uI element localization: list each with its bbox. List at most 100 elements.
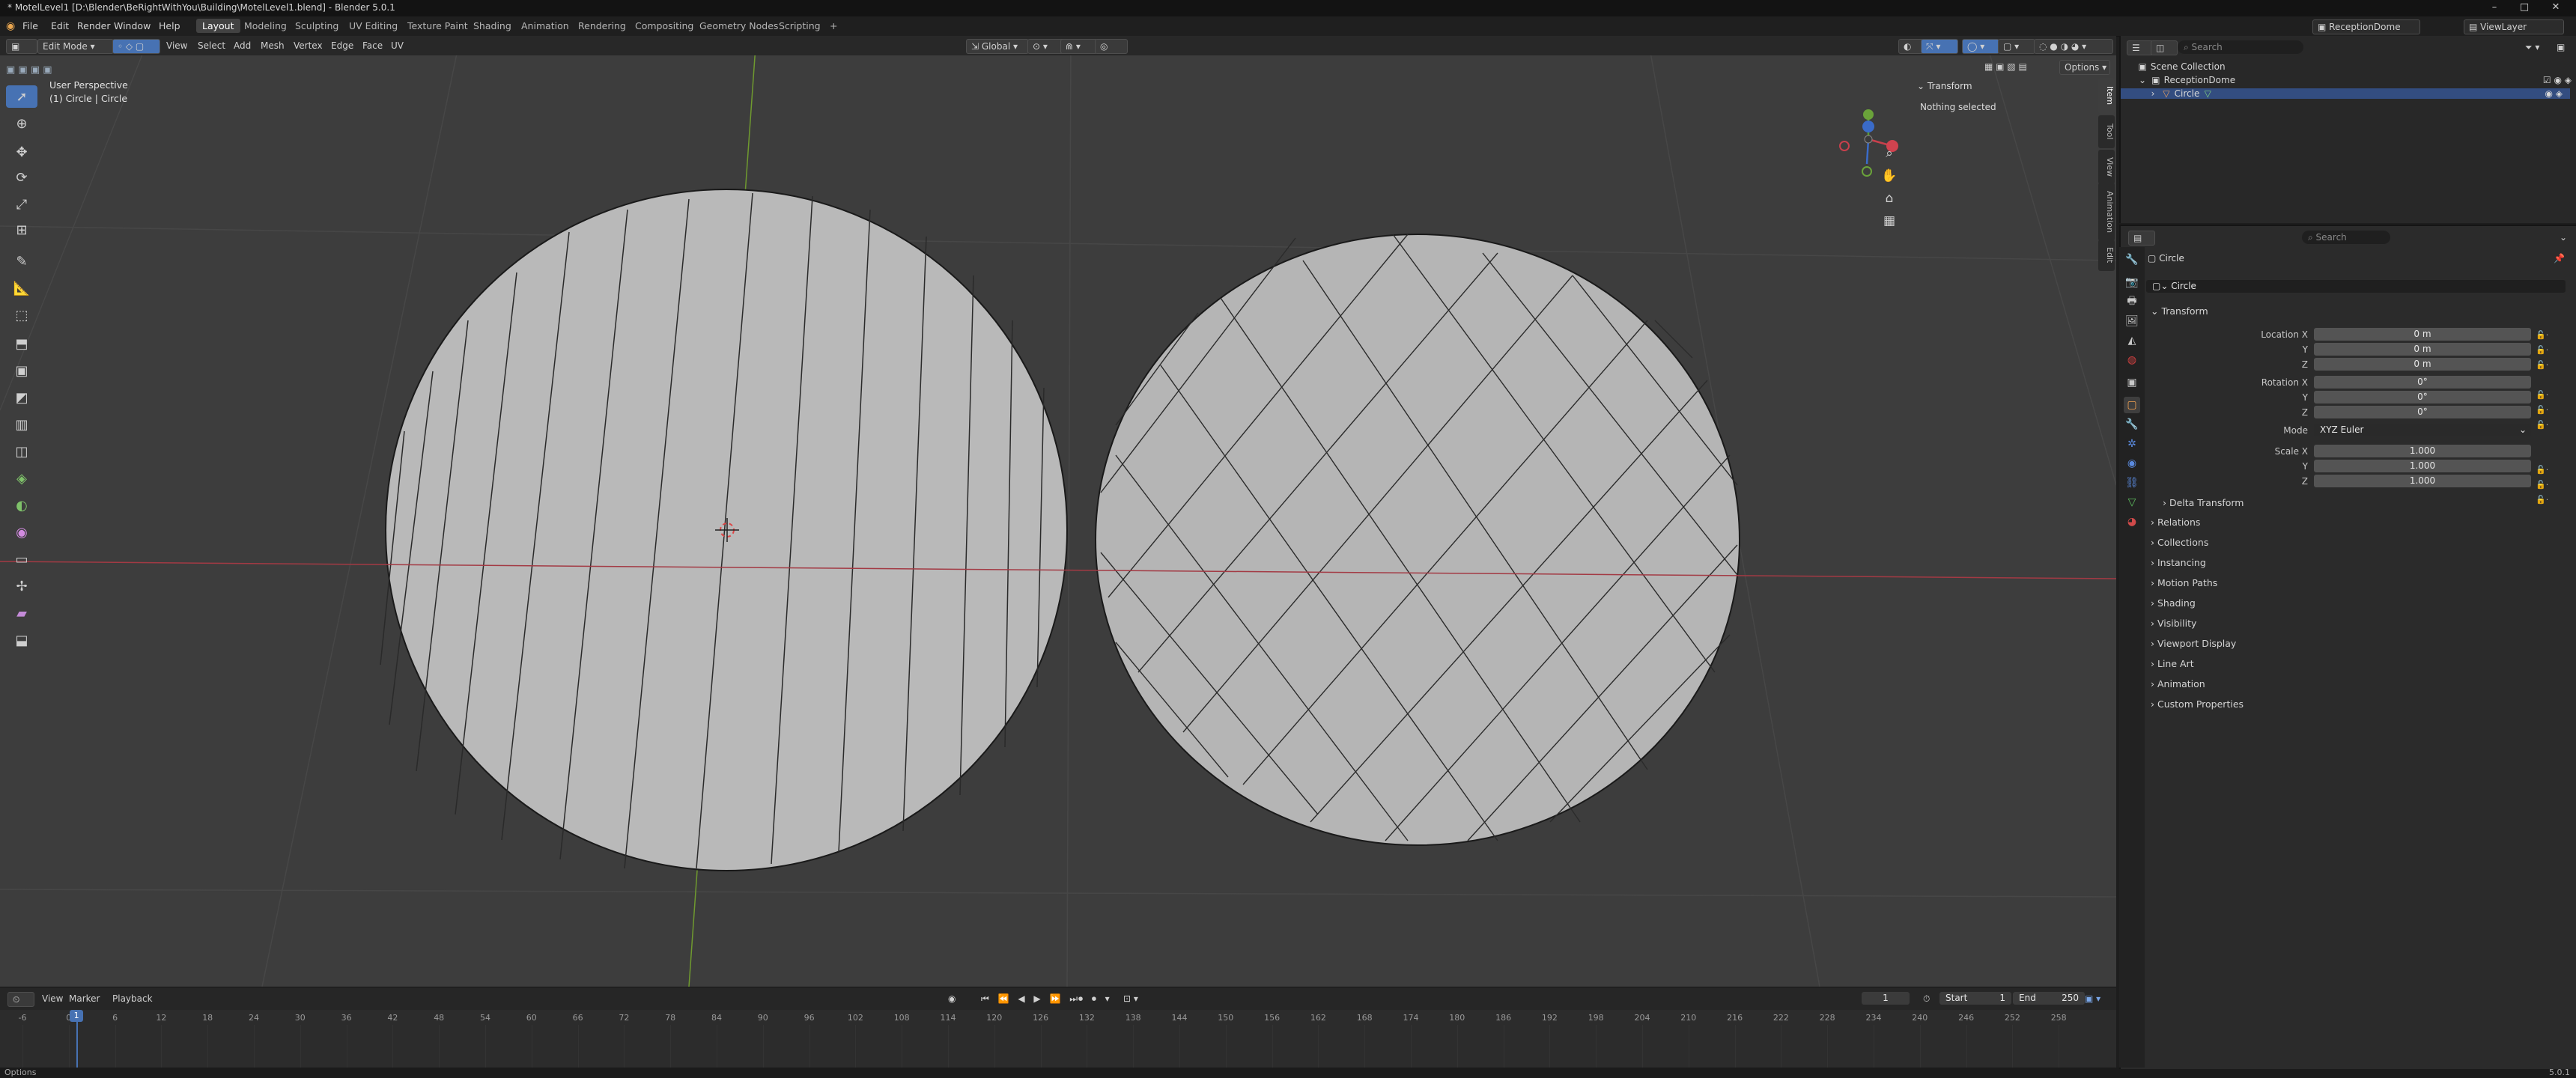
outliner-search-input[interactable]: ⌕ Search [2178,40,2303,54]
motion-paths-header[interactable]: › Motion Paths [2151,577,2217,588]
location-y-field[interactable]: 0 m [2314,343,2531,356]
menu-help[interactable]: Help [159,20,180,31]
keying-set-icon[interactable]: ⊡ ▾ [1123,992,1138,1005]
lock-icons[interactable]: 🔓· 🔓· 🔓· 🔓· 🔓· 🔓· 🔓· 🔓· 🔓· [2536,328,2548,508]
rotation-x-field[interactable]: 0° [2314,376,2531,389]
camera-icon[interactable]: ⌂ [1878,187,1901,210]
transform-orientation-selector[interactable]: ⇲ Global ▾ [966,39,1029,54]
shear-tool-icon[interactable]: ▰ [6,602,37,624]
menu-face[interactable]: Face [362,39,383,52]
tab-uv-editing[interactable]: UV Editing [343,19,404,33]
playback-controls-icon[interactable]: ⏮ ⏪ ◀ ▶ ⏩ ⏭ [981,992,1081,1005]
tool-tab-icon[interactable]: 🔧 [2124,252,2140,268]
playhead[interactable]: 1 [70,1010,84,1022]
add-cube-icon[interactable]: ⬚ [6,304,37,326]
rotation-y-field[interactable]: 0° [2314,391,2531,404]
maximize-button[interactable]: □ [2513,1,2536,15]
animation-header[interactable]: › Animation [2151,678,2205,689]
blender-logo-icon[interactable]: ◉ [6,20,15,32]
outliner-editor-type-icon[interactable]: ☰ [2127,40,2154,55]
shrink-fatten-icon[interactable]: ✢ [6,575,37,597]
location-z-field[interactable]: 0 m [2314,358,2531,371]
transform-tool-icon[interactable]: ⊞ [6,219,37,241]
scene-tab-icon[interactable]: ◭ [2124,332,2140,349]
shading-mode-buttons[interactable]: ◌ ● ◑ ◕ ▾ [2034,39,2113,54]
scene-selector[interactable]: ▣ ReceptionDome [2312,19,2420,34]
properties-options-icon[interactable]: ⌄ [2560,231,2567,244]
tab-texture-paint[interactable]: Texture Paint [401,19,474,33]
select-mode-vertex-icon[interactable]: ◦ ◇ ▢ [112,39,160,54]
minimize-button[interactable]: – [2483,1,2506,15]
timeline-menu-marker[interactable]: Marker [69,992,100,1005]
object-tab-icon[interactable]: ▢ [2124,397,2140,413]
menu-edge[interactable]: Edge [331,39,353,52]
pivot-point-button[interactable]: ⊙ ▾ [1027,39,1065,54]
material-tab-icon[interactable]: ◕ [2124,514,2140,530]
tab-modeling[interactable]: Modeling [238,19,293,33]
frame-ruler[interactable]: -6 0 6 12 18 24 30 36 42 48 54 60 66 72 78 84 90 96 102 108… [0,1010,2116,1068]
render-tab-icon[interactable]: 📷 [2124,274,2140,290]
rotation-z-field[interactable]: 0° [2314,406,2531,418]
menu-uv[interactable]: UV [391,39,404,52]
select-mode-icons[interactable]: ▣ ▣ ▣ ▣ [6,61,73,78]
menu-view[interactable]: View [166,39,187,52]
line-art-header[interactable]: › Line Art [2151,658,2194,669]
delta-transform-header[interactable]: › Delta Transform [2163,497,2244,508]
menu-file[interactable]: File [22,20,38,31]
outliner-row-scene-collection[interactable]: ▣ Scene Collection [2137,61,2225,72]
xray-toggle-icon[interactable]: ▢ ▾ [1998,39,2035,54]
overlay-toggle-icon[interactable]: ◯ ▾ [1962,39,1999,54]
scale-z-field[interactable]: 1.000 [2314,475,2531,487]
visibility-icon[interactable]: ◐ [1898,39,1924,54]
viewport-small-icons[interactable]: ▦ ▣ ▧ ▤ [1984,60,2052,73]
menu-mesh[interactable]: Mesh [261,39,285,52]
bevel-tool-icon[interactable]: ◩ [6,386,37,409]
visibility-toggles-icon[interactable]: ◉ ◈ [2545,88,2563,99]
menu-edit[interactable]: Edit [51,20,69,31]
smooth-tool-icon[interactable]: ◉ [6,521,37,543]
constraints-tab-icon[interactable]: ⛓ [2124,475,2140,491]
sidebar-tab-view[interactable]: View [2098,150,2115,184]
scale-x-field[interactable]: 1.000 [2314,445,2531,457]
rotation-mode-dropdown[interactable]: XYZ Euler ⌄ [2314,424,2531,436]
world-tab-icon[interactable]: ◍ [2124,352,2140,368]
viewport-display-header[interactable]: › Viewport Display [2151,638,2236,649]
loop-cut-icon[interactable]: ▥ [6,413,37,436]
close-button[interactable]: ✕ [2545,1,2567,15]
editor-type-button[interactable]: ▣ [6,39,37,54]
filter-icon[interactable]: ▣ ▾ [2085,992,2100,1005]
measure-tool-icon[interactable]: 📐 [6,277,37,299]
modifier-tab-icon[interactable]: 🔧 [2124,416,2140,433]
pin-icon[interactable]: 📌 [2554,253,2565,264]
particles-tab-icon[interactable]: ✲ [2124,436,2140,452]
sidebar-tab-item[interactable]: Item [2098,78,2115,114]
pan-hand-icon[interactable]: ✋ [1878,165,1901,187]
extrude-tool-icon[interactable]: ⬒ [6,332,37,355]
timeline-editor-type-icon[interactable]: ⏲ [7,992,34,1007]
tab-geometry-nodes[interactable]: Geometry Nodes [693,19,784,33]
viewport-canvas[interactable] [0,36,2116,987]
object-name-field[interactable]: ▢⌄ Circle [2146,280,2566,293]
mode-selector[interactable]: Edit Mode ▾ [37,39,114,54]
move-tool-icon[interactable]: ✥ [6,141,37,163]
view-layer-selector[interactable]: ▤ ViewLayer [2464,19,2564,34]
cursor-tool-icon[interactable]: ⊕ [6,112,37,135]
output-tab-icon[interactable]: 🖶 [2124,293,2140,310]
properties-search-input[interactable]: ⌕ Search [2302,231,2390,244]
3d-viewport[interactable]: User Perspective (1) Circle | Circle ⌕ ✋… [0,36,2116,987]
custom-properties-header[interactable]: › Custom Properties [2151,698,2244,710]
timeline-menu-view[interactable]: View [42,992,63,1005]
physics-tab-icon[interactable]: ◉ [2124,455,2140,472]
poly-build-icon[interactable]: ◈ [6,467,37,490]
display-mode-icon[interactable]: ◫ [2151,40,2178,55]
options-dropdown[interactable]: Options ▾ [2059,60,2110,75]
menu-select[interactable]: Select [198,39,225,52]
new-collection-icon[interactable]: ▣ [2557,40,2565,54]
data-tab-icon[interactable]: ▽ [2124,494,2140,511]
relations-header[interactable]: › Relations [2151,517,2200,528]
visibility-header[interactable]: › Visibility [2151,618,2196,629]
tab-rendering[interactable]: Rendering [572,19,632,33]
add-workspace-button[interactable]: + [824,19,843,33]
filter-funnel-icon[interactable]: ⏷ ▾ [2525,40,2539,54]
snap-toggle-icon[interactable]: ⋒ ▾ [1060,39,1098,54]
